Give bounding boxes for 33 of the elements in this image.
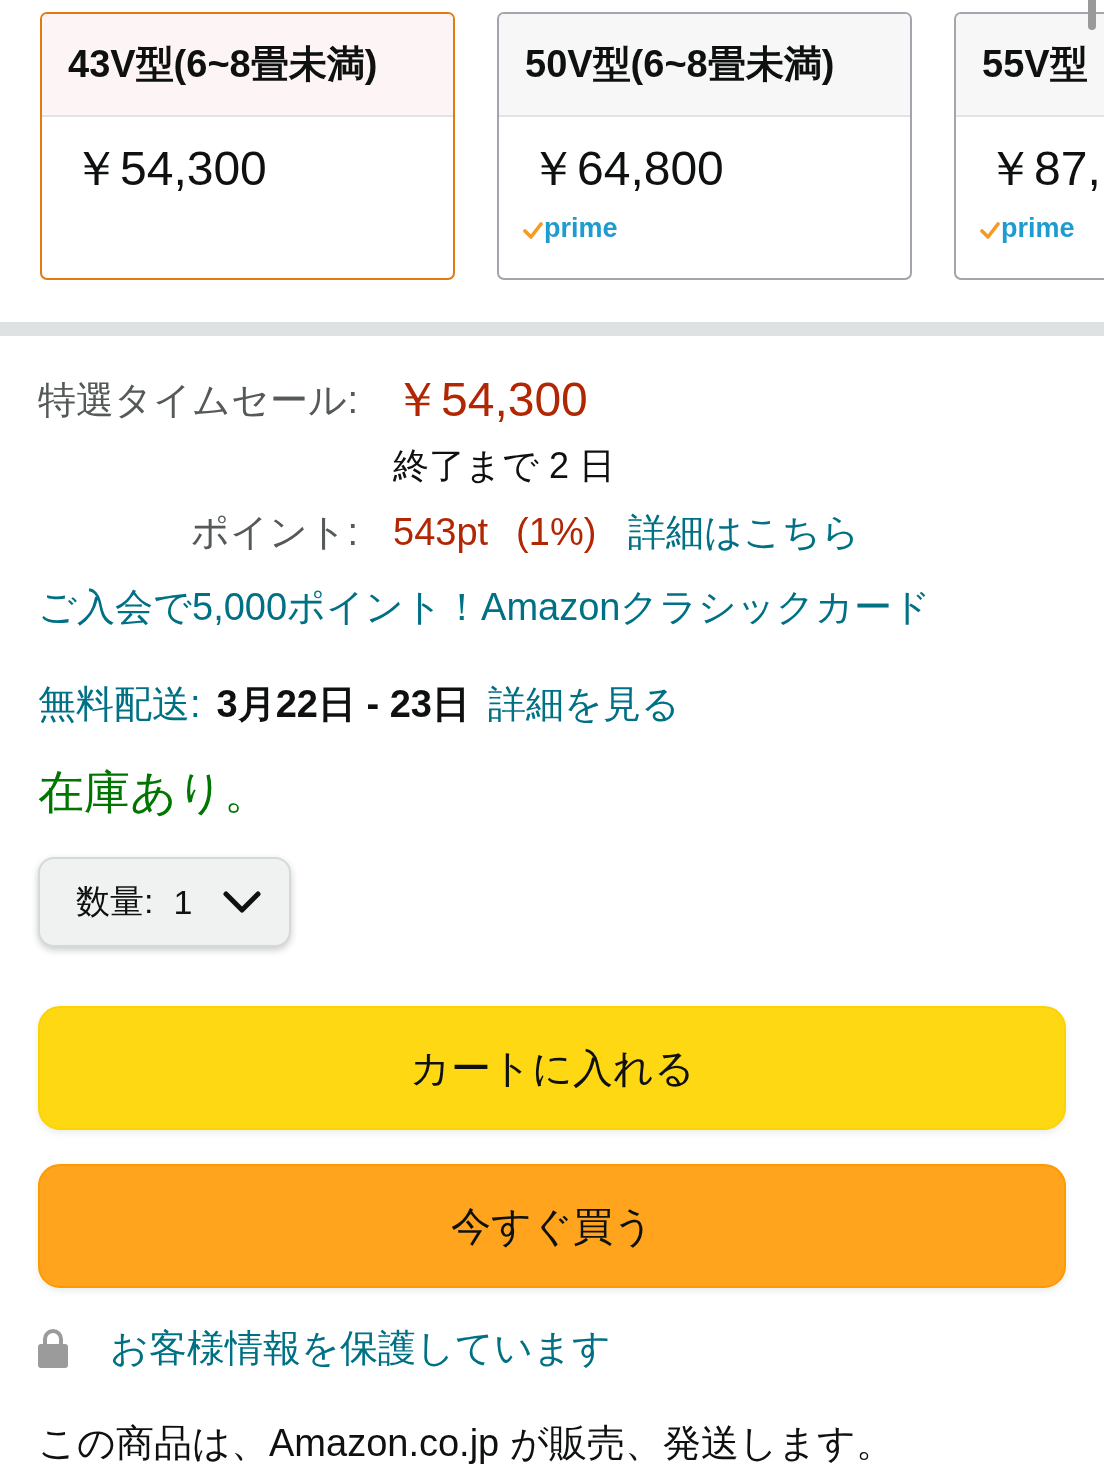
prime-label: prime (544, 213, 618, 243)
price-text: ￥64,800 (529, 141, 724, 197)
check-icon (980, 222, 1000, 240)
scrollbar-thumb (1088, 0, 1096, 30)
size-option-title: 43V型(6~8畳未満) (42, 14, 453, 117)
size-option-card[interactable]: 50V型(6~8畳未満) ￥64,800 prime (497, 12, 912, 280)
price-text: ￥87, (986, 141, 1101, 197)
size-option-title: 50V型(6~8畳未満) (499, 14, 910, 117)
delivery-label: 無料配送: (38, 682, 201, 727)
size-option-card[interactable]: 43V型(6~8畳未満) ￥54,300 (40, 12, 455, 280)
add-to-cart-button[interactable]: カートに入れる (38, 1006, 1066, 1130)
stock-status: 在庫あり。 (38, 765, 270, 820)
size-option-card[interactable]: 55V型 ￥87, prime (954, 12, 1104, 280)
seller-note: この商品は、Amazon.co.jp が販売、発送します。 (38, 1421, 894, 1466)
points-percent: (1%) (516, 510, 597, 555)
sale-label: 特選タイムセール: (38, 378, 358, 423)
delivery-dates: 3月22日 - 23日 (216, 682, 470, 727)
points-label: ポイント: (191, 510, 358, 555)
chevron-down-icon (223, 890, 261, 914)
countdown-text: 終了まで 2 日 (393, 444, 616, 488)
points-value: 543pt (393, 510, 489, 555)
size-option-title: 55V型 (956, 14, 1104, 117)
delivery-details-link[interactable]: 詳細を見る (488, 672, 680, 736)
buy-now-button[interactable]: 今すぐ買う (38, 1164, 1066, 1288)
quantity-dropdown[interactable]: 数量: 1 (38, 857, 291, 947)
price-text: ￥54,300 (72, 141, 267, 197)
points-details-link[interactable]: 詳細はこちら (628, 501, 861, 563)
card-offer-link[interactable]: ご入会で5,000ポイント！Amazonクラシックカード (38, 574, 932, 640)
sale-price: ￥54,300 (393, 372, 588, 428)
secure-info-link[interactable]: お客様情報を保護しています (110, 1322, 611, 1374)
lock-icon (38, 1328, 68, 1368)
prime-label: prime (1001, 213, 1075, 243)
check-icon (523, 222, 543, 240)
